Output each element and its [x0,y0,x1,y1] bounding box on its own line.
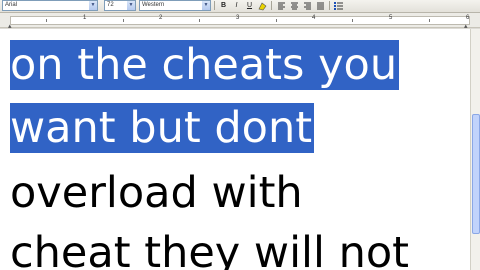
ruler-number: 6 [466,15,470,21]
ruler-tick [352,19,353,22]
vertical-scrollbar[interactable] [470,29,480,270]
toolbar-separator [329,1,330,10]
highlight-button[interactable] [257,0,268,11]
document-page[interactable]: on the cheats you want but dont overload… [0,29,470,270]
ruler-track [10,16,470,25]
ruler-number: 2 [159,15,163,21]
font-name-combo[interactable]: Western ▼ [139,0,211,11]
align-left-button[interactable] [276,0,287,11]
align-right-icon [304,2,311,10]
font-name-value: Western [142,2,165,8]
ruler-tick [199,19,200,22]
text-line[interactable]: want but dont [10,100,315,157]
toolbar-separator [214,1,215,10]
highlight-icon [258,2,267,11]
selected-text[interactable]: on the cheats you [10,40,400,90]
numbering-icon [334,2,343,10]
formatting-toolbar: Arial ▼ 72 ▼ Western ▼ B I U [0,0,480,13]
font-size-combo[interactable]: 72 ▼ [104,0,136,11]
text-line[interactable]: cheat they will not [10,225,409,270]
chevron-down-icon[interactable]: ▼ [127,1,135,10]
ruler-tick [276,19,277,22]
numbering-button[interactable] [333,0,344,11]
text-line[interactable]: overload with [10,165,303,222]
font-size-value: 72 [107,2,114,8]
scrollbar-thumb[interactable] [472,114,480,234]
ruler-number: 5 [389,15,393,21]
ruler-tick [46,19,47,22]
align-left-icon [278,2,285,10]
chevron-down-icon[interactable]: ▼ [202,1,210,10]
align-center-icon [291,2,298,10]
align-right-button[interactable] [302,0,313,11]
justify-button[interactable] [315,0,326,11]
bold-button[interactable]: B [218,0,229,11]
italic-button[interactable]: I [231,0,242,11]
ruler-tick [123,19,124,22]
horizontal-ruler[interactable]: 1 2 3 4 5 6 ▴ ▴ [0,13,480,30]
paragraph-style-value: Arial [5,2,18,8]
ruler-tick [429,19,430,22]
paragraph-style-combo[interactable]: Arial ▼ [2,0,98,11]
ruler-number: 3 [236,15,240,21]
justify-icon [317,2,324,10]
document-canvas: on the cheats you want but dont overload… [0,29,480,270]
chevron-down-icon[interactable]: ▼ [89,1,97,10]
ruler-number: 4 [312,15,316,21]
text-line[interactable]: on the cheats you [10,37,400,94]
selected-text[interactable]: want but dont [10,103,315,153]
toolbar-separator [271,1,272,10]
align-center-button[interactable] [289,0,300,11]
ruler-number: 1 [83,15,87,21]
underline-button[interactable]: U [244,0,255,11]
